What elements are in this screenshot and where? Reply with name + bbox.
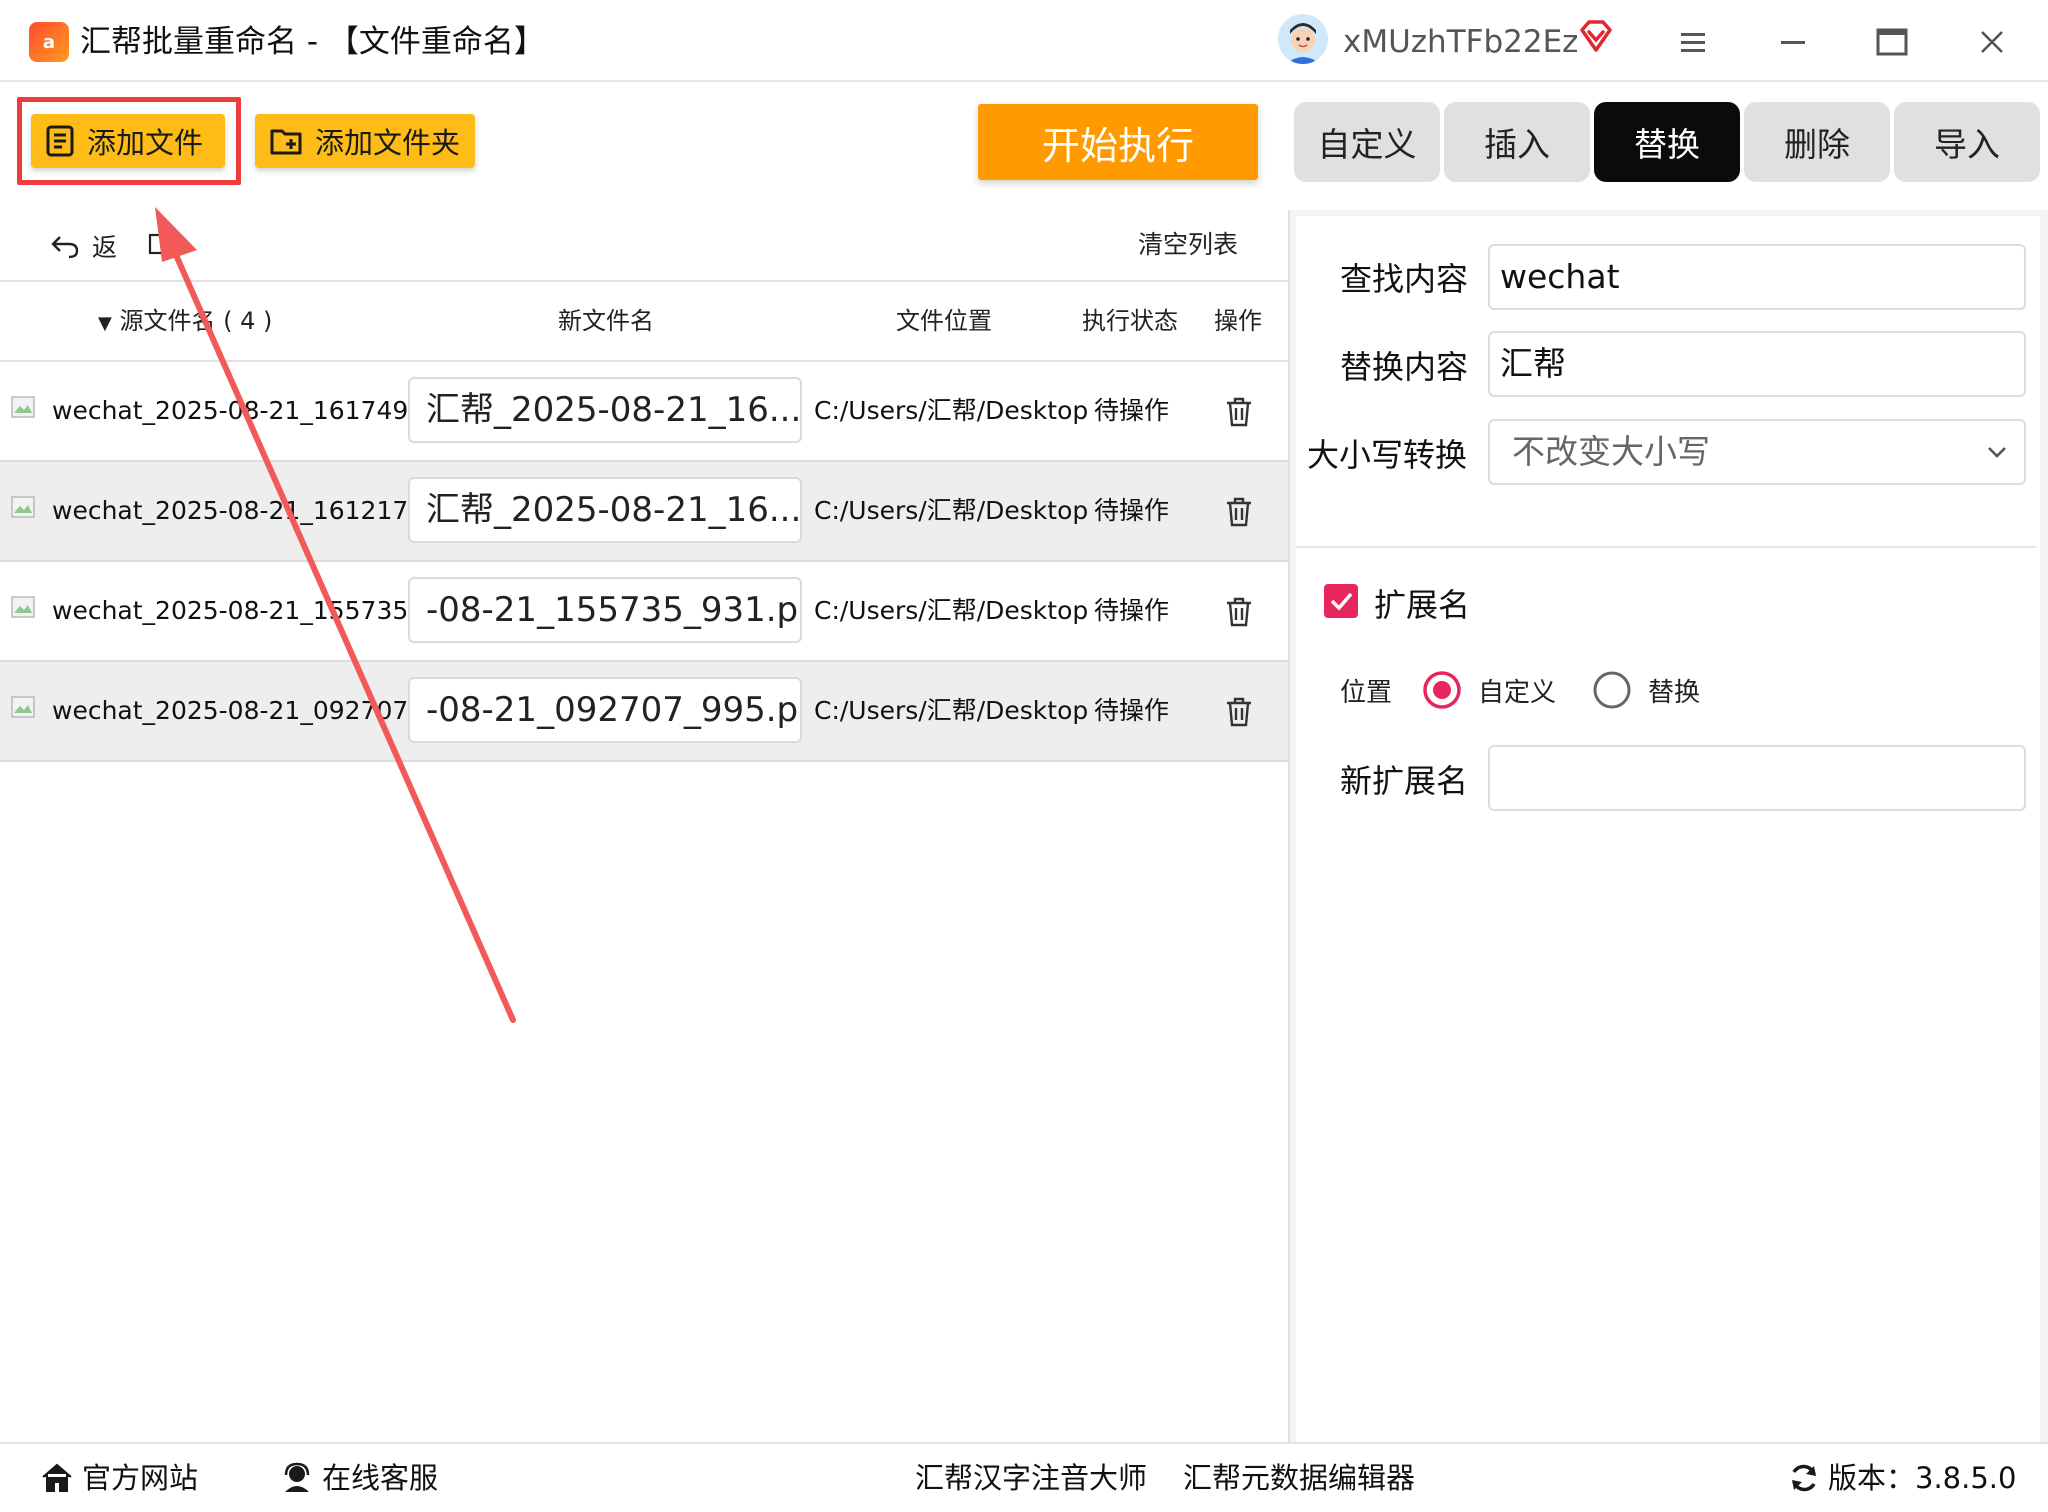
metadata-editor-link[interactable]: 汇帮元数据编辑器 [1183, 1444, 1415, 1512]
official-website-link[interactable]: 官方网站 [40, 1444, 198, 1512]
pinyin-app-link[interactable]: 汇帮汉字注音大师 [915, 1444, 1147, 1512]
official-website-label: 官方网站 [82, 1461, 199, 1495]
status-bar: 官方网站 在线客服 汇帮汉字注音大师 汇帮元数据编辑器 版本：3.8.5.0 [0, 1442, 2048, 1512]
online-support-link[interactable]: 在线客服 [280, 1444, 438, 1512]
home-icon [42, 1463, 72, 1492]
annotation-arrow [155, 207, 516, 1023]
support-agent-icon [284, 1462, 310, 1492]
version-info[interactable]: 版本：3.8.5.0 [1788, 1444, 2016, 1512]
refresh-icon [1792, 1464, 1816, 1492]
online-support-label: 在线客服 [322, 1461, 439, 1495]
version-label: 版本：3.8.5.0 [1828, 1461, 2017, 1495]
